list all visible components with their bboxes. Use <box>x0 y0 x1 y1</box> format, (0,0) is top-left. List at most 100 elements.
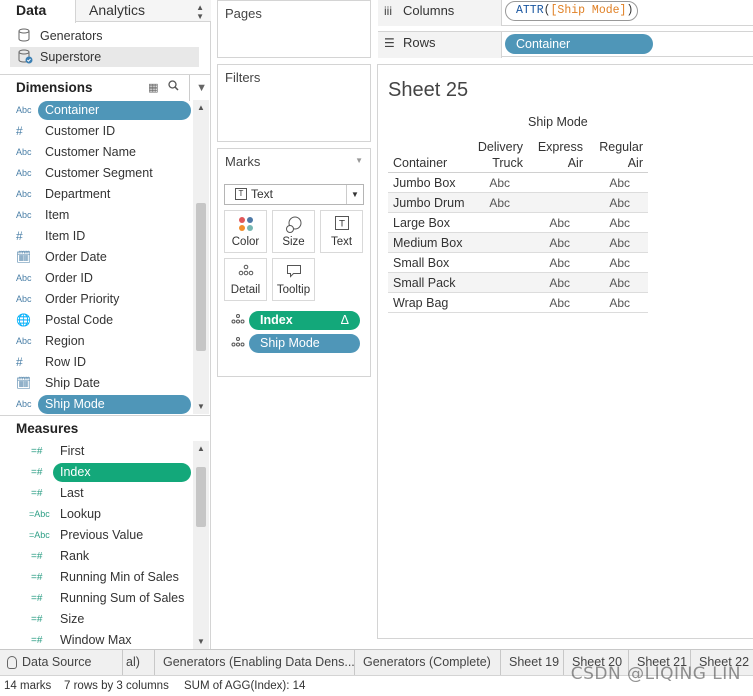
tab-data[interactable]: Data <box>0 0 76 23</box>
table-row[interactable]: Jumbo Box Abc Abc <box>388 173 648 193</box>
scroll-up-icon[interactable]: ▲ <box>197 444 205 453</box>
dimension-field[interactable]: Abc Order ID <box>0 268 193 289</box>
table-cell[interactable]: Abc <box>530 256 570 270</box>
measures-header: Measures <box>0 415 211 441</box>
table-cell[interactable]: Abc <box>590 196 630 210</box>
measure-field[interactable]: =Abc Lookup <box>0 504 193 525</box>
search-icon[interactable] <box>168 75 179 101</box>
column-group-header[interactable]: Ship Mode <box>528 115 588 129</box>
mark-type-value: Text <box>251 187 274 201</box>
dropdown-caret-icon[interactable]: ▼ <box>189 75 207 102</box>
field-label: Customer ID <box>45 124 116 138</box>
measure-field[interactable]: =Abc Previous Value <box>0 525 193 546</box>
measure-field[interactable]: =# Running Min of Sales <box>0 567 193 588</box>
column-header-express-air[interactable]: Express Air <box>523 139 583 171</box>
dimension-field[interactable]: Abc Customer Segment <box>0 163 193 184</box>
measure-field[interactable]: =# Last <box>0 483 193 504</box>
dimension-field[interactable]: # Item ID <box>0 226 193 247</box>
tab-data-source[interactable]: Data Source <box>0 650 123 676</box>
dimension-field[interactable]: # Customer ID <box>0 121 193 142</box>
status-marks: 14 marks <box>4 680 52 692</box>
pane-tabs: Data Analytics ▲ ▼ <box>0 0 211 23</box>
marks-title: Marks <box>225 154 261 169</box>
table-cell[interactable]: Abc <box>530 216 570 230</box>
pages-card[interactable]: Pages <box>217 0 371 58</box>
column-header-delivery-truck[interactable]: Delivery Truck <box>463 139 523 171</box>
dimension-field[interactable]: Abc Container <box>0 100 193 121</box>
text-button[interactable]: T Text <box>320 210 363 253</box>
dimension-field[interactable]: Abc Item <box>0 205 193 226</box>
table-row[interactable]: Small Box Abc Abc <box>388 253 648 273</box>
size-button[interactable]: Size <box>272 210 315 253</box>
measures-list: =# First =# Index =# Last =Abc Lookup =Abc Previo… <box>0 441 193 651</box>
color-button[interactable]: Color <box>224 210 267 253</box>
dimension-field[interactable]: 🗓 Order Date <box>0 247 193 268</box>
mark-type-select[interactable]: T Text ▼ <box>224 184 364 205</box>
measure-field[interactable]: =# Rank <box>0 546 193 567</box>
table-row[interactable]: Jumbo Drum Abc Abc <box>388 193 648 213</box>
marks-menu-caret-icon[interactable]: ▼ <box>355 156 363 165</box>
table-cell[interactable]: Abc <box>590 236 630 250</box>
filters-card[interactable]: Filters <box>217 64 371 142</box>
field-label: Region <box>45 334 85 348</box>
measure-field[interactable]: =# Running Sum of Sales <box>0 588 193 609</box>
dimension-field[interactable]: Abc Customer Name <box>0 142 193 163</box>
measures-scrollbar[interactable]: ▲ ▼ <box>193 441 209 649</box>
sheet-tab[interactable]: Generators (Complete) <box>355 650 501 676</box>
dimension-field[interactable]: Abc Department <box>0 184 193 205</box>
tab-label: Data Source <box>22 655 92 669</box>
index-mark-pill[interactable]: Index Δ <box>249 311 360 330</box>
detail-dots-icon <box>231 337 245 349</box>
measure-field[interactable]: =# Window Max <box>0 630 193 651</box>
table-row[interactable]: Small Pack Abc Abc <box>388 273 648 293</box>
row-header-container[interactable]: Container <box>393 156 447 170</box>
table-cell[interactable]: Abc <box>530 236 570 250</box>
tab-analytics[interactable]: Analytics ▲ ▼ <box>76 0 211 22</box>
dimension-field[interactable]: Abc Ship Mode <box>0 394 193 415</box>
measure-field[interactable]: =# Size <box>0 609 193 630</box>
chevron-down-icon[interactable]: ▼ <box>346 185 363 204</box>
table-cell[interactable]: Abc <box>470 176 510 190</box>
column-header-regular-air[interactable]: Regular Air <box>583 139 643 171</box>
sheet-tab[interactable]: al) <box>123 650 155 676</box>
grid-view-icon[interactable]: ▦ <box>148 75 158 101</box>
scroll-thumb[interactable] <box>196 203 206 351</box>
dimensions-scrollbar[interactable]: ▲ ▼ <box>193 100 209 414</box>
container-row-pill[interactable]: Container <box>505 34 653 54</box>
scroll-thumb[interactable] <box>196 467 206 527</box>
attr-ship-mode-pill[interactable]: ATTR([Ship Mode]) <box>505 1 638 21</box>
table-row[interactable]: Medium Box Abc Abc <box>388 233 648 253</box>
scroll-up-icon[interactable]: ▲ <box>197 103 205 112</box>
dimension-field[interactable]: Abc Region <box>0 331 193 352</box>
field-label: First <box>60 444 85 458</box>
scroll-down-icon[interactable]: ▼ <box>197 637 205 646</box>
table-row[interactable]: Large Box Abc Abc <box>388 213 648 233</box>
dimension-field[interactable]: 🌐 Postal Code <box>0 310 193 331</box>
measure-field[interactable]: =# First <box>0 441 193 462</box>
table-cell[interactable]: Abc <box>590 296 630 310</box>
table-cell[interactable]: Abc <box>590 216 630 230</box>
dimension-field[interactable]: 🗓 Ship Date <box>0 373 193 394</box>
table-cell[interactable]: Abc <box>590 256 630 270</box>
scroll-down-icon[interactable]: ▼ <box>197 402 205 411</box>
row-label: Small Box <box>393 256 450 270</box>
measure-field[interactable]: =# Index <box>0 462 193 483</box>
sheet-tab[interactable]: Sheet 19 <box>501 650 564 676</box>
table-cell[interactable]: Abc <box>590 176 630 190</box>
dimension-field[interactable]: Abc Order Priority <box>0 289 193 310</box>
dimensions-title: Dimensions <box>16 80 93 95</box>
sheet-tab[interactable]: Generators (Enabling Data Dens... <box>155 650 355 676</box>
table-cell[interactable]: Abc <box>470 196 510 210</box>
table-cell[interactable]: Abc <box>590 276 630 290</box>
field-label: Customer Name <box>45 145 136 159</box>
tooltip-button[interactable]: Tooltip <box>272 258 315 301</box>
updown-arrows-icon[interactable]: ▲ ▼ <box>196 3 204 21</box>
table-cell[interactable]: Abc <box>530 296 570 310</box>
datasource-superstore[interactable]: Superstore <box>10 47 199 67</box>
detail-button[interactable]: Detail <box>224 258 267 301</box>
ship-mode-mark-pill[interactable]: Ship Mode <box>249 334 360 353</box>
table-row[interactable]: Wrap Bag Abc Abc <box>388 293 648 313</box>
dimension-field[interactable]: # Row ID <box>0 352 193 373</box>
datasource-generators[interactable]: Generators <box>10 26 199 46</box>
table-cell[interactable]: Abc <box>530 276 570 290</box>
